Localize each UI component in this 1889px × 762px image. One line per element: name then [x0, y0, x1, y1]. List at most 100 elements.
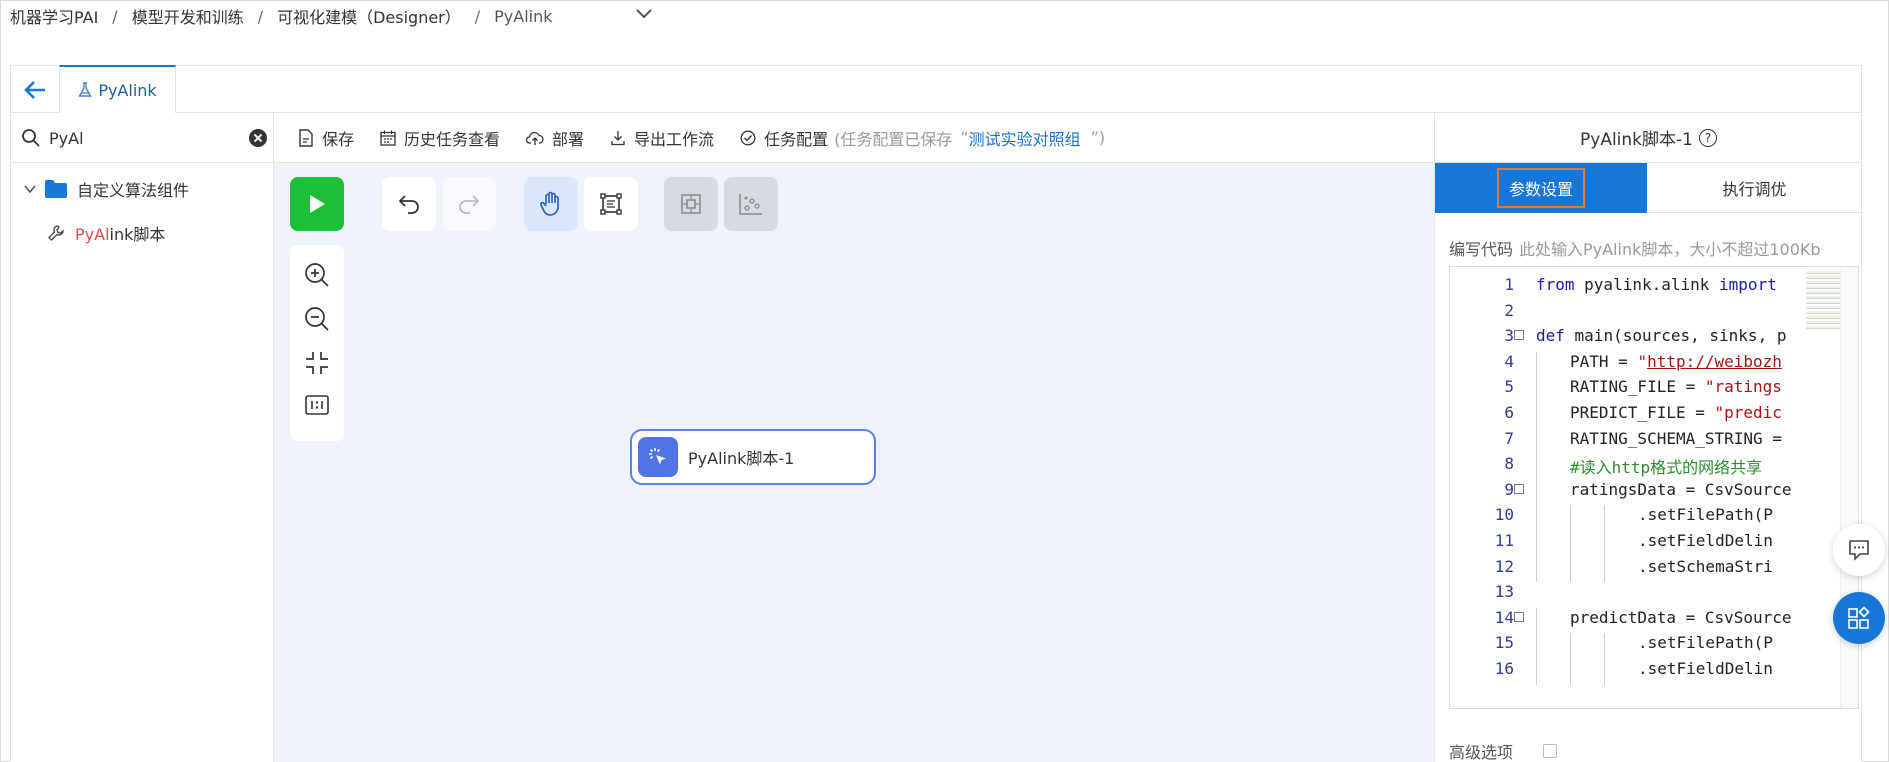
- help-icon[interactable]: ?: [1698, 128, 1717, 147]
- line-number: 1: [1504, 275, 1514, 294]
- code-token: .setFieldDelin: [1638, 658, 1773, 678]
- fold-toggle-icon[interactable]: [1514, 330, 1524, 341]
- code-line[interactable]: 15 .setFilePath(P: [1450, 633, 1840, 659]
- tab-params[interactable]: 参数设置: [1435, 163, 1647, 213]
- workflow-canvas[interactable]: PyAlink脚本-1: [274, 163, 1434, 762]
- indent-guide: [1604, 658, 1605, 685]
- component-panel: 自定义算法组件 PyAlink脚本: [10, 113, 274, 762]
- task-config-button[interactable]: 任务配置 (任务配置已保存 “ 测试实验对照组 ”): [740, 126, 1105, 150]
- code-line[interactable]: 5 RATING_FILE = "ratings: [1450, 377, 1840, 403]
- code-token: RATING_FILE =: [1570, 377, 1705, 397]
- indent-guide: [1536, 505, 1537, 531]
- breadcrumb-item-designer[interactable]: 可视化建模（Designer）: [277, 4, 461, 28]
- chevron-down-icon[interactable]: [634, 6, 654, 22]
- code-line[interactable]: 10 .setFilePath(P: [1450, 505, 1840, 531]
- folder-label: 自定义算法组件: [77, 181, 190, 200]
- tree-item-label-rest: ink脚本: [109, 225, 166, 244]
- undo-icon: [398, 195, 419, 214]
- code-line[interactable]: 12 .setSchemaStri: [1450, 556, 1840, 583]
- code-token: main(sources, sinks, p: [1564, 326, 1787, 346]
- breadcrumb-item-pai[interactable]: 机器学习PAI: [10, 4, 98, 28]
- code-line[interactable]: 11 .setFieldDelin: [1450, 530, 1840, 557]
- search-input[interactable]: [49, 124, 239, 152]
- code-text: from pyalink.alink import: [1536, 275, 1777, 294]
- tab-pyalink[interactable]: PyAlink: [59, 65, 176, 113]
- code-lines[interactable]: 1 from pyalink.alink import 2 3 def main(sou…: [1450, 275, 1840, 685]
- workflow-node-pyalink-script[interactable]: PyAlink脚本-1: [630, 429, 876, 485]
- line-number: 9: [1504, 479, 1514, 499]
- clear-search-icon[interactable]: [249, 129, 267, 147]
- pan-mode-button[interactable]: [524, 177, 578, 231]
- redo-button[interactable]: [442, 177, 496, 231]
- actual-size-icon[interactable]: [303, 391, 331, 419]
- run-button[interactable]: [290, 177, 344, 231]
- code-text: #读入http格式的网络共享: [1570, 454, 1762, 478]
- save-button[interactable]: 保存: [298, 126, 354, 150]
- breadcrumb-item-model-dev[interactable]: 模型开发和训练: [132, 4, 244, 28]
- code-line[interactable]: 16 .setFieldDelin: [1450, 658, 1840, 685]
- indent-guide: [1536, 377, 1537, 403]
- undo-button[interactable]: [382, 177, 436, 231]
- fit-view-icon[interactable]: [303, 349, 331, 377]
- fold-toggle-icon[interactable]: [1514, 483, 1524, 494]
- indent-guide: [1536, 351, 1537, 378]
- play-icon: [310, 195, 325, 213]
- tree-folder-custom-algorithms[interactable]: 自定义算法组件: [23, 177, 189, 201]
- chevron-down-icon[interactable]: [23, 182, 37, 196]
- code-minimap[interactable]: [1806, 271, 1840, 331]
- redo-icon: [459, 195, 480, 214]
- code-line[interactable]: 4 PATH = "http://weibozh: [1450, 351, 1840, 378]
- code-line[interactable]: 7 RATING_SCHEMA_STRING =: [1450, 428, 1840, 455]
- task-config-link[interactable]: 测试实验对照组: [969, 126, 1081, 150]
- indent-guide: [1570, 556, 1571, 583]
- code-text: .setFieldDelin: [1638, 659, 1773, 678]
- history-tasks-button[interactable]: 历史任务查看: [380, 126, 500, 150]
- indent-guide: [1604, 505, 1605, 531]
- line-number: 13: [1494, 582, 1514, 602]
- save-label: 保存: [322, 129, 355, 149]
- breadcrumb: 机器学习PAI / 模型开发和训练 / 可视化建模（Designer） / Py…: [10, 4, 553, 28]
- feedback-chat-button[interactable]: [1833, 524, 1885, 576]
- tree-item-label: PyAlink脚本: [75, 221, 165, 245]
- code-line[interactable]: 3 def main(sources, sinks, p: [1450, 326, 1840, 352]
- indent-guide: [1536, 633, 1537, 659]
- code-token: ratingsData = CsvSource: [1570, 479, 1792, 499]
- tab-debug[interactable]: 执行调优: [1647, 163, 1862, 213]
- group-icon: [681, 194, 701, 214]
- code-token: .setFieldDelin: [1638, 530, 1773, 550]
- code-editor[interactable]: 1 from pyalink.alink import 2 3 def main(sou…: [1449, 266, 1859, 709]
- code-line[interactable]: 14 predictData = CsvSource: [1450, 607, 1840, 634]
- download-icon: [611, 130, 625, 145]
- fold-toggle-icon[interactable]: [1514, 611, 1524, 622]
- layout-button[interactable]: [724, 177, 778, 231]
- code-line[interactable]: 9 ratingsData = CsvSource: [1450, 479, 1840, 506]
- line-number: 16: [1494, 658, 1514, 678]
- deploy-label: 部署: [552, 129, 585, 149]
- code-line[interactable]: 1 from pyalink.alink import: [1450, 275, 1840, 301]
- code-line[interactable]: 2: [1450, 301, 1840, 327]
- code-text: ratingsData = CsvSource: [1570, 480, 1792, 499]
- zoom-in-icon[interactable]: [303, 261, 331, 289]
- back-arrow-icon[interactable]: [21, 76, 49, 104]
- line-number: 3: [1504, 326, 1514, 346]
- box-select-button[interactable]: [584, 177, 638, 231]
- indent-guide: [1536, 402, 1537, 429]
- zoom-controls: [290, 245, 344, 441]
- code-line[interactable]: 13: [1450, 582, 1840, 608]
- advanced-options-checkbox[interactable]: [1543, 744, 1558, 758]
- code-line[interactable]: 8 #读入http格式的网络共享: [1450, 454, 1840, 480]
- tree-item-pyalink-script[interactable]: PyAlink脚本: [47, 221, 165, 245]
- deploy-button[interactable]: 部署: [526, 126, 584, 150]
- zoom-out-icon[interactable]: [303, 305, 331, 333]
- indent-guide: [1604, 633, 1605, 659]
- line-number: 10: [1494, 505, 1514, 525]
- code-line[interactable]: 6 PREDICT_FILE = "predic: [1450, 402, 1840, 429]
- quote-close: ”): [1090, 128, 1106, 147]
- folder-icon: [45, 180, 67, 198]
- code-text: .setSchemaStri: [1638, 557, 1773, 576]
- apps-menu-button[interactable]: [1833, 592, 1885, 644]
- export-workflow-button[interactable]: 导出工作流: [610, 126, 714, 150]
- group-nodes-button[interactable]: [664, 177, 718, 231]
- line-number: 2: [1504, 300, 1514, 320]
- search-icon: [22, 129, 40, 147]
